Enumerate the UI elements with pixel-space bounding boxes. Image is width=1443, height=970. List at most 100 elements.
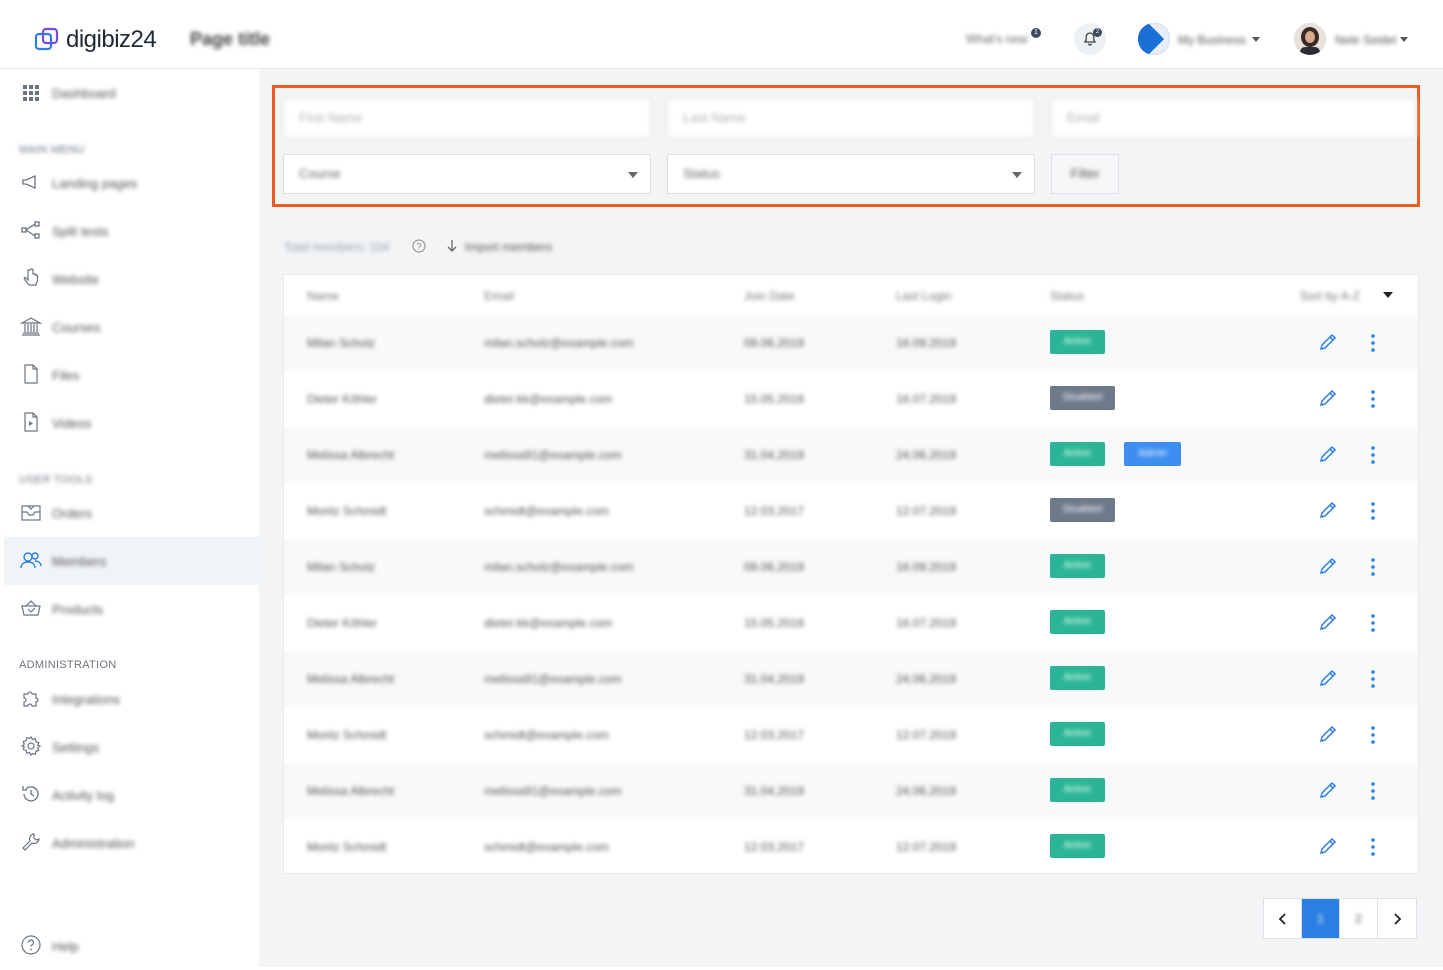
table-row[interactable]: Moritz Schmidt schmidt@example.com 12.03.2… xyxy=(284,819,1418,875)
sort-chevron-down-icon[interactable] xyxy=(1383,292,1393,298)
edit-pencil-icon[interactable] xyxy=(1317,443,1339,465)
edit-pencil-icon[interactable] xyxy=(1317,779,1339,801)
edit-pencil-icon[interactable] xyxy=(1317,835,1339,857)
table-row[interactable]: Melissa Albrecht melissa91@example.com 31.… xyxy=(284,427,1418,483)
first-name-input[interactable]: First Name xyxy=(283,98,651,138)
sidebar-item-landing-pages[interactable]: Landing pages xyxy=(4,159,259,207)
business-switcher[interactable]: My Business xyxy=(1178,33,1246,47)
member-name: Dieter Köhler xyxy=(307,616,378,630)
sidebar-item-help[interactable]: Help xyxy=(4,922,259,970)
user-chevron-down-icon[interactable] xyxy=(1400,37,1408,42)
notifications-button[interactable]: 2 xyxy=(1074,23,1106,55)
table-row[interactable]: Dieter Köhler dieter.kk@example.com 15.05.… xyxy=(284,371,1418,427)
member-email: milan.scholz@example.com xyxy=(484,336,634,350)
sidebar-item-files[interactable]: Files xyxy=(4,351,259,399)
more-vertical-icon[interactable] xyxy=(1370,389,1376,409)
role-badge-label: Admin xyxy=(1138,448,1167,459)
member-last-login: 16.09.2019 xyxy=(896,560,957,574)
member-email: melissa91@example.com xyxy=(484,448,622,462)
course-select[interactable]: Course xyxy=(283,154,651,194)
more-vertical-icon[interactable] xyxy=(1370,613,1376,633)
sort-dropdown[interactable]: Sort by A-Z xyxy=(1300,289,1360,303)
column-header-status[interactable]: Status xyxy=(1050,289,1084,303)
edit-pencil-icon[interactable] xyxy=(1317,331,1339,353)
whats-new-badge: 1 xyxy=(1031,28,1041,38)
member-email: dieter.kk@example.com xyxy=(484,392,613,406)
sidebar-item-administration[interactable]: Administration xyxy=(4,819,259,867)
sidebar-item-label: Landing pages xyxy=(52,175,138,191)
sidebar-item-dashboard[interactable]: Dashboard xyxy=(4,69,259,117)
more-vertical-icon[interactable] xyxy=(1370,725,1376,745)
course-chevron-down-icon xyxy=(628,172,638,178)
email-input[interactable]: Email xyxy=(1051,98,1416,138)
table-row[interactable]: Dieter Köhler dieter.kk@example.com 15.05.… xyxy=(284,595,1418,651)
table-row[interactable]: Melissa Albrecht melissa91@example.com 31.… xyxy=(284,763,1418,819)
next-page-button[interactable] xyxy=(1378,899,1416,938)
user-menu[interactable]: Nele Seidel xyxy=(1335,33,1396,47)
filter-button[interactable]: Filter xyxy=(1051,154,1119,194)
more-vertical-icon[interactable] xyxy=(1370,501,1376,521)
more-vertical-icon[interactable] xyxy=(1370,669,1376,689)
sidebar-item-split-tests[interactable]: Split tests xyxy=(4,207,259,255)
business-chevron-down-icon[interactable] xyxy=(1252,37,1260,42)
member-name: Moritz Schmidt xyxy=(307,728,387,742)
sidebar-item-integrations[interactable]: Integrations xyxy=(4,675,259,723)
sidebar-item-videos[interactable]: Videos xyxy=(4,399,259,447)
user-avatar[interactable] xyxy=(1294,23,1326,55)
member-join-date: 12.03.2017 xyxy=(744,504,805,518)
logo[interactable]: digibiz24 xyxy=(34,26,157,54)
member-email: milan.scholz@example.com xyxy=(484,560,634,574)
member-email: melissa91@example.com xyxy=(484,672,622,686)
edit-pencil-icon[interactable] xyxy=(1317,555,1339,577)
business-avatar[interactable] xyxy=(1138,23,1170,55)
table-row[interactable]: Melissa Albrecht melissa91@example.com 31.… xyxy=(284,651,1418,707)
member-name: Dieter Köhler xyxy=(307,392,378,406)
member-name: Melissa Albrecht xyxy=(307,784,395,798)
status-badge: Active xyxy=(1050,722,1105,746)
sidebar-item-orders[interactable]: Orders xyxy=(4,489,259,537)
more-vertical-icon[interactable] xyxy=(1370,557,1376,577)
edit-pencil-icon[interactable] xyxy=(1317,387,1339,409)
top-header: digibiz24 Page title What's new 1 2 My B… xyxy=(0,0,1443,69)
table-row[interactable]: Moritz Schmidt schmidt@example.com 12.03.2… xyxy=(284,483,1418,539)
status-badge-label: Active xyxy=(1063,448,1092,459)
column-header-last-login[interactable]: Last Login xyxy=(896,289,951,303)
edit-pencil-icon[interactable] xyxy=(1317,611,1339,633)
table-row[interactable]: Milan Scholz milan.scholz@example.com 09.0… xyxy=(284,315,1418,371)
sidebar-item-activity-log[interactable]: Activity log xyxy=(4,771,259,819)
table-row[interactable]: Milan Scholz milan.scholz@example.com 09.0… xyxy=(284,539,1418,595)
sidebar-item-products[interactable]: Products xyxy=(4,585,259,633)
sidebar-item-courses[interactable]: Courses xyxy=(4,303,259,351)
import-members-link[interactable]: Import members xyxy=(465,240,552,254)
more-vertical-icon[interactable] xyxy=(1370,837,1376,857)
edit-pencil-icon[interactable] xyxy=(1317,667,1339,689)
member-name: Moritz Schmidt xyxy=(307,840,387,854)
column-header-join-date[interactable]: Join Date xyxy=(744,289,795,303)
logo-text: digibiz24 xyxy=(66,26,157,53)
edit-pencil-icon[interactable] xyxy=(1317,499,1339,521)
page-button-current[interactable]: 1 xyxy=(1302,899,1340,938)
sidebar-item-label: Website xyxy=(52,271,99,287)
info-circle-icon[interactable]: ? xyxy=(412,239,426,253)
sidebar-item-label: Products xyxy=(52,601,104,617)
page-button-next-number[interactable]: 2 xyxy=(1340,899,1378,938)
more-vertical-icon[interactable] xyxy=(1370,781,1376,801)
previous-page-button[interactable] xyxy=(1264,899,1302,938)
page-number: 1 xyxy=(1317,911,1324,926)
more-vertical-icon[interactable] xyxy=(1370,333,1376,353)
whats-new-link[interactable]: What's new xyxy=(966,32,1028,46)
edit-pencil-icon[interactable] xyxy=(1317,723,1339,745)
column-header-name[interactable]: Name xyxy=(307,289,339,303)
status-select[interactable]: Status xyxy=(667,154,1035,194)
members-table: Name Email Join Date Last Login Status S… xyxy=(283,274,1419,874)
arrow-down-icon[interactable] xyxy=(445,238,459,254)
last-name-input[interactable]: Last Name xyxy=(667,98,1035,138)
table-row[interactable]: Moritz Schmidt schmidt@example.com 12.03.2… xyxy=(284,707,1418,763)
member-last-login: 12.07.2019 xyxy=(896,728,957,742)
column-header-email[interactable]: Email xyxy=(484,289,514,303)
sidebar-item-website[interactable]: Website xyxy=(4,255,259,303)
sidebar-item-label: Members xyxy=(52,553,107,569)
sidebar-item-members[interactable]: Members xyxy=(4,537,259,585)
sidebar-item-settings[interactable]: Settings xyxy=(4,723,259,771)
more-vertical-icon[interactable] xyxy=(1370,445,1376,465)
